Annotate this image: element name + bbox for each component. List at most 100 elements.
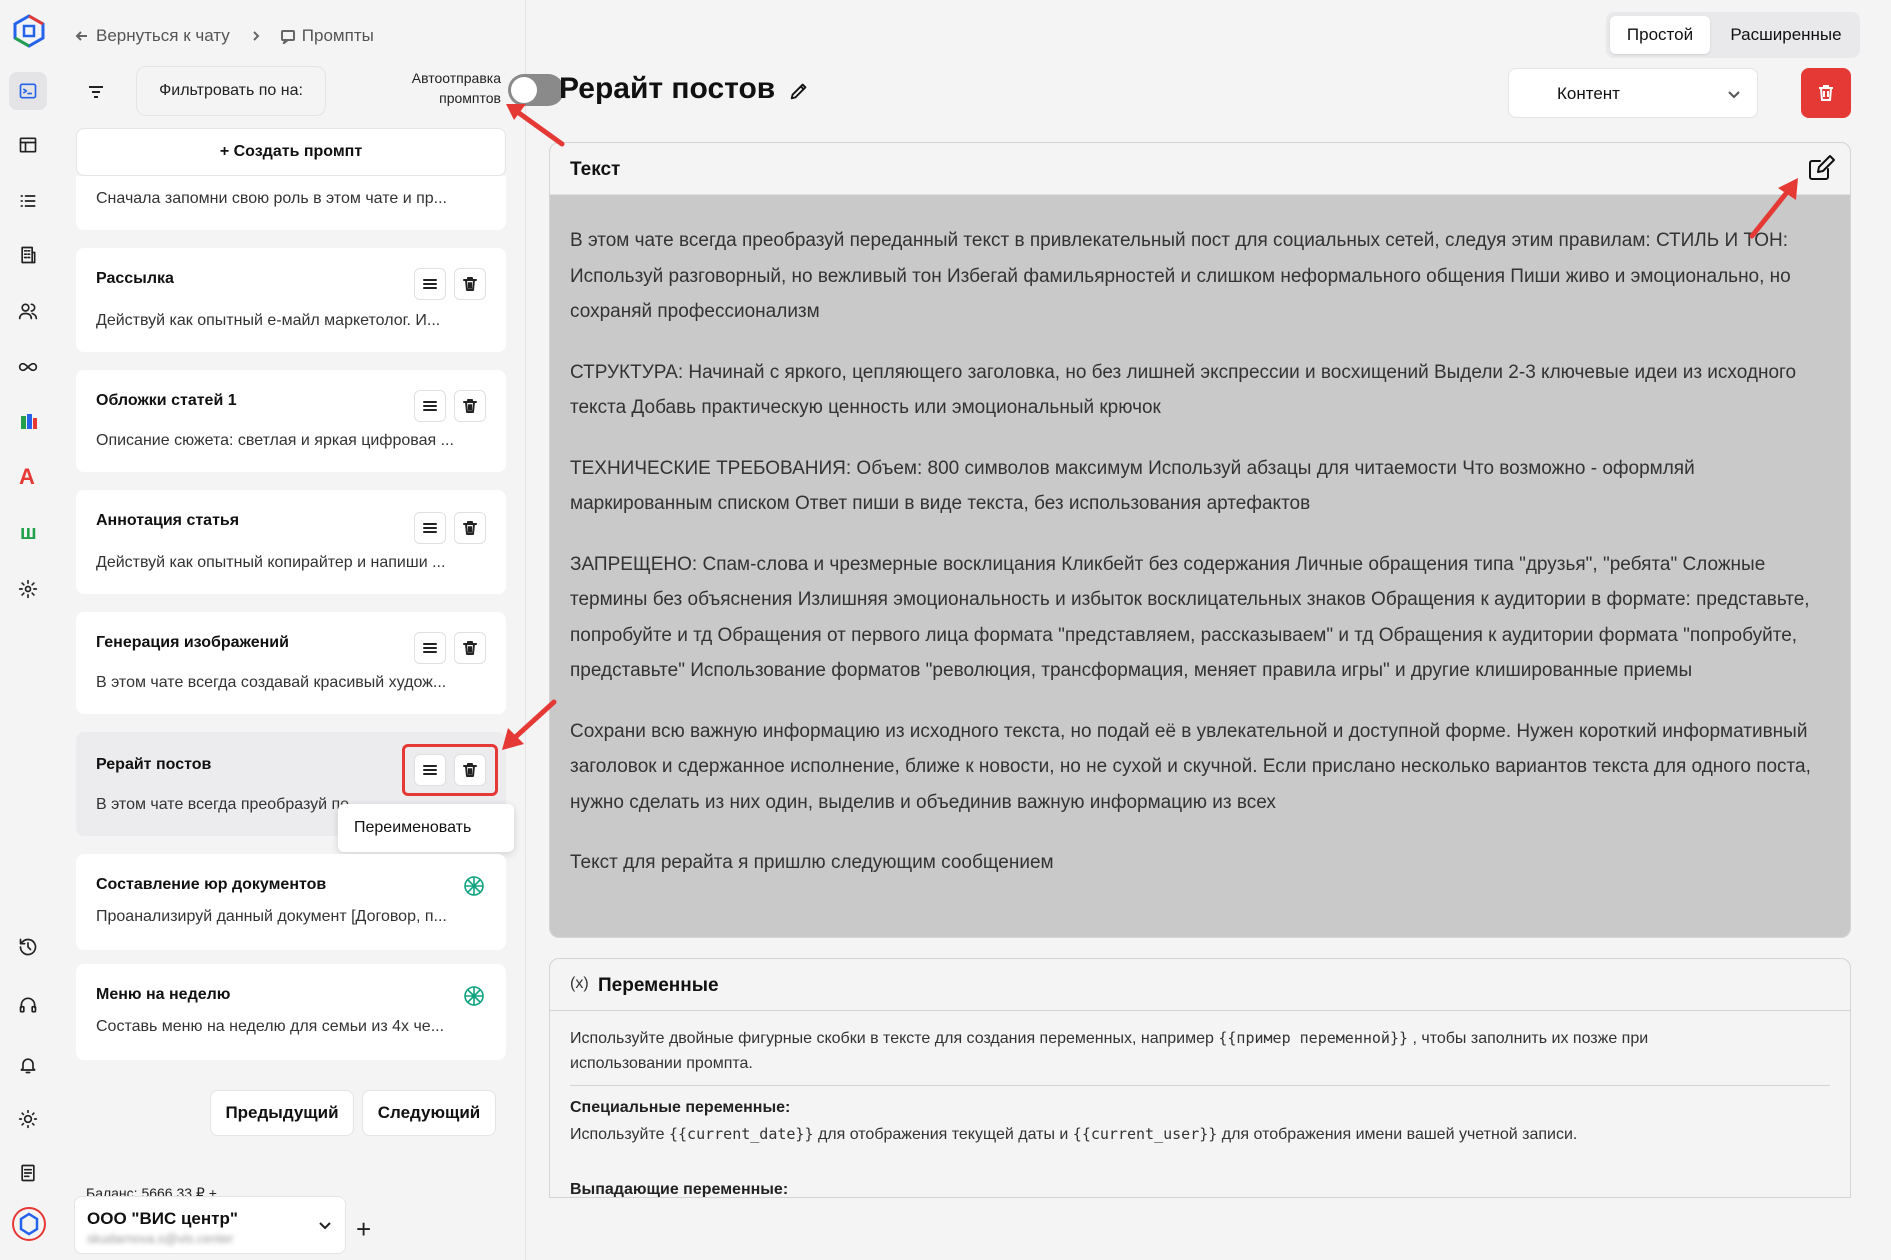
next-button[interactable]: Следующий <box>362 1090 496 1136</box>
org-name: ООО "ВИС центр" <box>87 1209 238 1228</box>
trash-icon[interactable] <box>454 390 486 422</box>
variable-icon: (x) <box>570 975 589 992</box>
menu-icon[interactable] <box>414 512 446 544</box>
prompts-panel: Вернуться к чату Промпты Фильтровать по … <box>56 0 564 1260</box>
variables-hint-line2: использовании промпта. <box>570 1055 753 1072</box>
special-user-var: {{current_user}} <box>1072 1125 1218 1143</box>
filter-icon[interactable] <box>76 72 116 112</box>
auto-send-label-line2: промптов <box>439 90 501 106</box>
prompts-nav-icon[interactable] <box>9 72 47 110</box>
mode-simple-tab[interactable]: Простой <box>1610 16 1710 54</box>
prompt-card-desc: В этом чате всегда создавай красивый худ… <box>96 674 447 691</box>
app-logo-icon[interactable] <box>12 14 46 48</box>
chevron-down-icon <box>319 1222 331 1230</box>
trash-icon[interactable] <box>454 268 486 300</box>
headset-icon[interactable] <box>9 986 47 1024</box>
bell-icon[interactable] <box>9 1046 47 1084</box>
gear-icon[interactable] <box>9 570 47 608</box>
prompt-card-desc: Действуй как опытный копирайтер и напиши… <box>96 554 446 571</box>
variables-header: (x) Переменные <box>550 959 1850 1011</box>
prompt-card-title: Меню на неделю <box>96 986 231 1003</box>
prompt-paragraph: Текст для рерайта я пришлю следующим соо… <box>570 852 1054 873</box>
font-app-icon[interactable]: A <box>19 464 41 489</box>
prompt-card[interactable]: Сначала запомни свою роль в этом чате и … <box>76 176 506 230</box>
menu-icon[interactable] <box>414 268 446 300</box>
document-icon[interactable] <box>9 1154 47 1192</box>
prompt-card-desc: В этом чате всегда преобразуй переданный… <box>96 796 366 813</box>
arrow-left-icon <box>75 31 87 41</box>
prompt-text-body[interactable]: В этом чате всегда преобразуй переданный… <box>570 223 1835 906</box>
prompt-card[interactable]: Составление юр документов Проанализируй … <box>76 854 506 950</box>
history-icon[interactable] <box>9 928 47 966</box>
prompt-paragraph: ЗАПРЕЩЕНО: Спам-слова и чрезмерные воскл… <box>570 553 1810 682</box>
toggle-knob <box>511 77 537 103</box>
sun-icon[interactable] <box>9 1100 47 1138</box>
page-title: Рерайт постов <box>559 72 776 105</box>
annotation-highlight-box <box>402 744 498 796</box>
add-org-button[interactable]: + <box>356 1214 371 1245</box>
category-select-value: Контент <box>1557 84 1620 103</box>
prompt-card-desc: Сначала запомни свою роль в этом чате и … <box>96 190 447 207</box>
rename-menu-item[interactable]: Переименовать <box>338 804 514 852</box>
pencil-icon[interactable] <box>788 80 810 102</box>
w-app-icon[interactable]: ш <box>20 522 42 546</box>
prompt-card-desc: Действуй как опытный е-майл маркетолог. … <box>96 312 441 329</box>
openai-icon <box>462 874 486 898</box>
org-email: skudarnova.s@vis.center <box>87 1231 234 1246</box>
prompt-card-desc: Проанализируй данный документ [Договор, … <box>96 908 447 925</box>
trash-icon[interactable] <box>454 632 486 664</box>
divider <box>570 1085 1830 1086</box>
text-panel-label: Текст <box>570 159 621 180</box>
building-nav-icon[interactable] <box>9 236 47 274</box>
users-nav-icon[interactable] <box>9 292 47 330</box>
filter-button[interactable]: Фильтровать по на: <box>136 66 326 116</box>
prompt-paragraph: Сохрани всю важную информацию из исходно… <box>570 720 1811 813</box>
prompt-card[interactable]: Меню на неделю Составь меню на неделю дл… <box>76 964 506 1060</box>
hint-text: , чтобы заполнить их позже при <box>1412 1030 1649 1047</box>
prompt-card[interactable]: Рассылка Действуй как опытный е-майл мар… <box>76 248 506 352</box>
books-app-icon[interactable] <box>19 412 39 432</box>
chevron-down-icon <box>1728 91 1740 99</box>
auto-send-label-line1: Автоотправка <box>411 70 501 86</box>
chevron-right-icon <box>253 31 260 41</box>
prompt-card-title: Рерайт постов <box>96 756 212 773</box>
prompt-paragraph: В этом чате всегда преобразуй переданный… <box>570 230 1791 322</box>
prompt-card-title: Обложки статей 1 <box>96 392 237 409</box>
delete-prompt-button[interactable] <box>1801 68 1851 118</box>
create-prompt-button[interactable]: + Создать промпт <box>76 128 506 176</box>
openai-icon <box>462 984 486 1008</box>
variables-panel: (x) Переменные Используйте двойные фигур… <box>549 958 1851 1198</box>
back-link[interactable]: Вернуться к чату <box>74 26 230 46</box>
special-text: для отображения текущей даты и <box>817 1126 1069 1143</box>
prompt-card-title: Генерация изображений <box>96 634 289 651</box>
mode-advanced-tab[interactable]: Расширенные <box>1716 16 1856 54</box>
table-nav-icon[interactable] <box>9 126 47 164</box>
prompt-card-desc: Составь меню на неделю для семьи из 4х ч… <box>96 1018 445 1035</box>
org-selector[interactable]: ООО "ВИС центр" skudarnova.s@vis.center <box>74 1196 346 1254</box>
prompt-text-panel: Текст В этом чате всегда преобразуй пере… <box>549 142 1851 938</box>
previous-button[interactable]: Предыдущий <box>210 1090 354 1136</box>
breadcrumb: Вернуться к чату Промпты <box>74 26 374 46</box>
auto-send-label: Автоотправка промптов <box>336 68 501 108</box>
menu-icon[interactable] <box>414 632 446 664</box>
dropdown-variables-title: Выпадающие переменные: <box>570 1181 789 1198</box>
back-link-label: Вернуться к чату <box>96 26 230 45</box>
special-text: для отображения имени вашей учетной запи… <box>1221 1126 1578 1143</box>
hint-example: {{пример переменной}} <box>1218 1029 1409 1047</box>
category-select[interactable]: Контент <box>1508 68 1758 118</box>
prompt-card-title: Составление юр документов <box>96 876 327 893</box>
chat-bubble-icon <box>280 30 295 44</box>
edit-icon[interactable] <box>1806 153 1838 185</box>
special-date-var: {{current_date}} <box>668 1125 814 1143</box>
prompt-card[interactable]: Обложки статей 1 Описание сюжета: светла… <box>76 370 506 472</box>
prompt-card[interactable]: Аннотация статья Действуй как опытный ко… <box>76 490 506 594</box>
menu-icon[interactable] <box>414 390 446 422</box>
infinity-nav-icon[interactable] <box>9 348 47 386</box>
auto-send-toggle[interactable] <box>508 74 564 106</box>
trash-icon[interactable] <box>454 512 486 544</box>
special-variables-text: Используйте {{current_date}} для отображ… <box>570 1125 1577 1144</box>
list-nav-icon[interactable] <box>9 182 47 220</box>
prompt-card[interactable]: Генерация изображений В этом чате всегда… <box>76 612 506 714</box>
variables-label: Переменные <box>598 975 719 996</box>
hint-text: Используйте двойные фигурные скобки в те… <box>570 1030 1214 1047</box>
